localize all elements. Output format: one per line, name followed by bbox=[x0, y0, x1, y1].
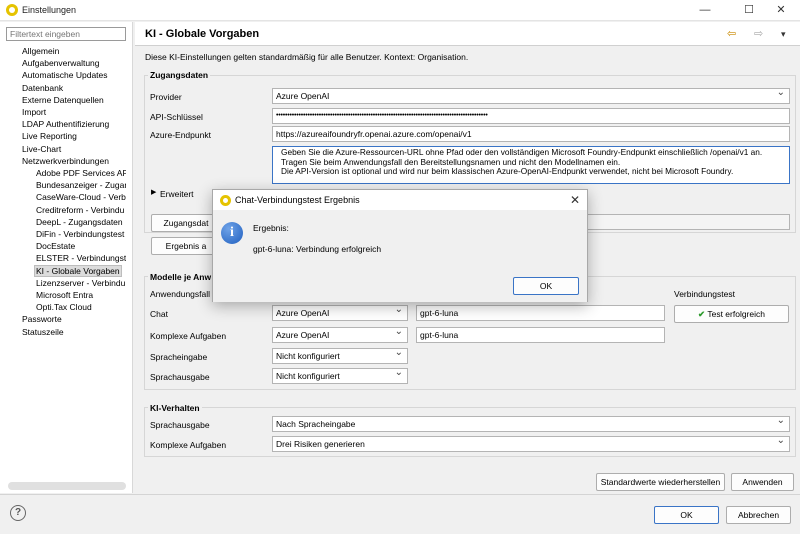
back-arrow-icon[interactable]: ⇦ bbox=[727, 27, 736, 40]
restore-defaults-button[interactable]: Standardwerte wiederherstellen bbox=[596, 473, 725, 491]
dialog-ok-button[interactable]: OK bbox=[513, 277, 579, 295]
cancel-button[interactable]: Abbrechen bbox=[726, 506, 791, 524]
dialog-title: Chat-Verbindungstest Ergebnis bbox=[235, 195, 360, 205]
connection-test-result-dialog: Chat-Verbindungstest Ergebnis ✕ i Ergebn… bbox=[212, 189, 588, 302]
tree-item[interactable]: Opti.Tax Cloud bbox=[36, 301, 126, 313]
use-case-header: Anwendungsfall bbox=[150, 289, 211, 299]
forward-arrow-icon[interactable]: ⇨ bbox=[754, 27, 763, 40]
chat-provider-select[interactable]: Azure OpenAI bbox=[272, 305, 408, 321]
tree-item[interactable]: Statuszeile bbox=[22, 326, 126, 338]
tree-item[interactable]: Lizenzserver - Verbindu bbox=[36, 277, 126, 289]
result-button[interactable]: Ergebnis a bbox=[151, 237, 221, 255]
minimize-button[interactable]: — bbox=[686, 0, 724, 21]
info-icon: i bbox=[221, 222, 243, 244]
tree-item[interactable]: Datenbank bbox=[22, 82, 126, 94]
tree-item[interactable]: Adobe PDF Services AP bbox=[36, 167, 126, 179]
ok-button[interactable]: OK bbox=[654, 506, 719, 524]
tree-item[interactable]: Live Reporting bbox=[22, 130, 126, 142]
checkmark-icon: ✔ bbox=[698, 309, 706, 319]
hint-line: Die API-Version ist optional und wird nu… bbox=[281, 166, 734, 177]
tree-item[interactable]: ELSTER - Verbindungste bbox=[36, 252, 126, 264]
window-titlebar bbox=[0, 0, 800, 21]
dialog-body: i Ergebnis: gpt-6-luna: Verbindung erfol… bbox=[213, 210, 587, 302]
endpoint-label: Azure-Endpunkt bbox=[150, 130, 211, 140]
test-success-button[interactable]: ✔ Test erfolgreich bbox=[674, 305, 789, 323]
tree-item[interactable]: KI - Globale Vorgaben bbox=[34, 264, 122, 277]
behavior-label-speech-output: Sprachausgabe bbox=[150, 420, 210, 430]
apply-button[interactable]: Anwenden bbox=[731, 473, 794, 491]
use-case-label-complex: Komplexe Aufgaben bbox=[150, 331, 227, 341]
dialog-heading: Ergebnis: bbox=[253, 223, 289, 233]
app-logo-icon bbox=[6, 4, 18, 16]
tree-item[interactable]: Creditreform - Verbindu bbox=[36, 204, 126, 216]
speech-output-behavior-select[interactable]: Nach Spracheingabe bbox=[272, 416, 790, 432]
tree-item[interactable]: Import bbox=[22, 106, 126, 118]
page-description: Diese KI-Einstellungen gelten standardmä… bbox=[145, 52, 469, 62]
dialog-close-button[interactable]: ✕ bbox=[565, 191, 585, 209]
complex-behavior-select[interactable]: Drei Risiken generieren bbox=[272, 436, 790, 452]
tree-item[interactable]: Automatische Updates bbox=[22, 69, 126, 81]
close-window-button[interactable]: ✕ bbox=[762, 0, 800, 21]
tree-item[interactable]: Aufgabenverwaltung bbox=[22, 57, 126, 69]
provider-label: Provider bbox=[150, 92, 182, 102]
provider-select[interactable]: Azure OpenAI bbox=[272, 88, 790, 104]
speech-input-provider-select[interactable]: Nicht konfiguriert bbox=[272, 348, 408, 364]
behavior-label-complex: Komplexe Aufgaben bbox=[150, 440, 227, 450]
tree-item[interactable]: Netzwerkverbindungen bbox=[22, 155, 126, 167]
advanced-section-toggle[interactable]: Erweitert bbox=[160, 189, 194, 199]
tree-item[interactable]: Microsoft Entra bbox=[36, 289, 126, 301]
tree-item[interactable]: DiFin - Verbindungstest bbox=[36, 228, 126, 240]
dialog-logo-icon bbox=[220, 195, 231, 206]
tree-item[interactable]: Externe Datenquellen bbox=[22, 94, 126, 106]
chat-model-field[interactable]: gpt-6-luna bbox=[416, 305, 665, 321]
api-key-field[interactable]: ••••••••••••••••••••••••••••••••••••••••… bbox=[272, 108, 790, 124]
window-title: Einstellungen bbox=[22, 5, 77, 15]
page-title: KI - Globale Vorgaben bbox=[145, 28, 260, 40]
api-key-label: API-Schlüssel bbox=[150, 112, 203, 122]
credentials-test-button[interactable]: Zugangsdat bbox=[151, 214, 221, 232]
tree-item[interactable]: Allgemein bbox=[22, 45, 126, 57]
credentials-group-title: Zugangsdaten bbox=[148, 70, 211, 80]
models-group-title: Modelle je Anw bbox=[148, 272, 214, 282]
speech-output-provider-select[interactable]: Nicht konfiguriert bbox=[272, 368, 408, 384]
complex-model-field[interactable]: gpt-6-luna bbox=[416, 327, 665, 343]
tree-item[interactable]: LDAP Authentifizierung bbox=[22, 118, 126, 130]
help-icon[interactable]: ? bbox=[10, 505, 26, 521]
dialog-message: gpt-6-luna: Verbindung erfolgreich bbox=[253, 244, 382, 254]
tree-item[interactable]: DocEstate bbox=[36, 240, 126, 252]
connection-test-header: Verbindungstest bbox=[674, 289, 735, 299]
credentials-status-field bbox=[574, 214, 790, 230]
filter-input[interactable] bbox=[6, 27, 126, 41]
use-case-label-speech-input: Spracheingabe bbox=[150, 352, 208, 362]
behavior-group-title: KI-Verhalten bbox=[148, 403, 202, 413]
expand-arrow-icon[interactable]: ▶ bbox=[151, 188, 156, 196]
tree-item[interactable]: Bundesanzeiger - Zugar bbox=[36, 179, 126, 191]
view-menu-icon[interactable]: ▾ bbox=[781, 29, 786, 40]
use-case-label-speech-output: Sprachausgabe bbox=[150, 372, 210, 382]
test-success-label: Test erfolgreich bbox=[707, 309, 765, 319]
complex-provider-select[interactable]: Azure OpenAI bbox=[272, 327, 408, 343]
endpoint-field[interactable]: https://azureaifoundryfr.openai.azure.co… bbox=[272, 126, 790, 142]
tree-item[interactable]: CaseWare-Cloud - Verb bbox=[36, 191, 126, 203]
tree-item[interactable]: DeepL - Zugangsdaten bbox=[36, 216, 126, 228]
tree-item[interactable]: Live-Chart bbox=[22, 143, 126, 155]
tree-horizontal-scrollbar[interactable] bbox=[8, 482, 126, 490]
endpoint-hint-box: Geben Sie die Azure-Ressourcen-URL ohne … bbox=[272, 146, 790, 184]
tree-item[interactable]: Passworte bbox=[22, 313, 126, 325]
use-case-label-chat: Chat bbox=[150, 309, 168, 319]
